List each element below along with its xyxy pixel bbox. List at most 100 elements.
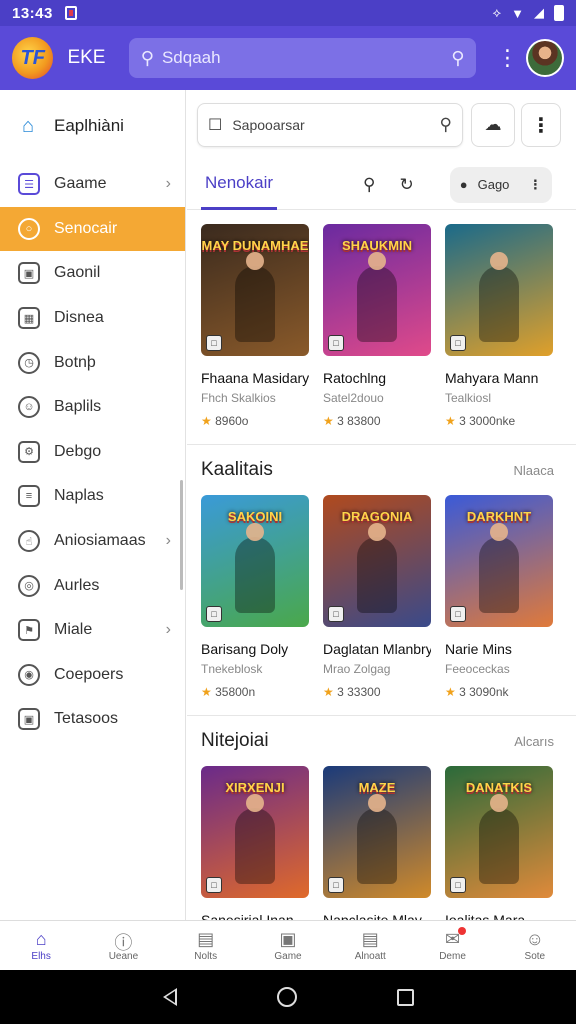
sidebar-scrollbar[interactable] — [180, 480, 183, 590]
sidebar-item[interactable]: ◷ Botnþ — [0, 340, 185, 385]
search-icon[interactable]: ⚲ — [363, 175, 375, 195]
game-card[interactable]: □ Mahyara Mann Tealkiosl ★ 3 3000nke — [445, 224, 553, 428]
game-subtitle: Satel2douo — [323, 391, 384, 405]
game-card[interactable]: DARKHNT □ Narie Mins Feeoceckas ★ 3 3090… — [445, 495, 553, 699]
filter-pill[interactable]: ● Gago ⋮ — [449, 166, 552, 203]
game-title: Ratochlng — [323, 370, 387, 386]
bottom-nav-item[interactable]: ▤ Alnoatt — [329, 921, 411, 970]
bottom-nav-item[interactable]: ☺ Sote — [494, 921, 576, 970]
signal-icon: ◢ — [534, 5, 544, 20]
back-icon[interactable] — [162, 988, 177, 1006]
avatar[interactable] — [526, 39, 564, 77]
game-thumbnail[interactable]: □ — [445, 224, 553, 356]
search-input[interactable]: ⚲ Sdqaah ⚲ — [128, 38, 477, 78]
game-character-art — [357, 252, 397, 342]
game-section: Nitejoiai Alcarıs XIRXENJI □ Sanesirial … — [187, 716, 576, 920]
sidebar-item[interactable]: ▣ Gaonil — [0, 251, 185, 296]
sidebar-item-label: Gaonil — [54, 264, 101, 282]
search-submit-icon[interactable]: ⚲ — [451, 48, 464, 69]
game-card[interactable]: MAY DUNAMHAE □ Fhaana Masidary. Fhch Ska… — [201, 224, 309, 428]
clock-icon: ◷ — [18, 351, 40, 374]
sidebar-item[interactable]: ▣ Tetasoos — [0, 697, 185, 742]
game-subtitle: Tnekeblosk — [201, 662, 263, 676]
game-art-title: SAKOINI — [227, 509, 283, 524]
game-character-art — [479, 794, 519, 884]
game-card[interactable]: DRAGONIA □ Daglatan Mlanbry Mrao Zolgag … — [323, 495, 431, 699]
status-bar: 13:43 ⟡ ▼ ◢ — [0, 0, 576, 26]
sidebar-item[interactable]: ○ Senocair — [0, 206, 185, 252]
more-button[interactable]: ⋮ — [521, 103, 561, 147]
sidebar-item[interactable]: ⚙ Debgo — [0, 430, 185, 475]
game-badge-icon: □ — [450, 335, 466, 351]
content-search-input[interactable]: ☐ Sapooarsar ⚲ — [197, 103, 463, 147]
sidebar-header[interactable]: ⌂ Eaplhiàni — [0, 90, 185, 162]
app-title: EKE — [67, 47, 106, 68]
cloud-button[interactable]: ☁ — [471, 103, 515, 147]
bottom-nav-item[interactable]: ⓘ Ueane — [82, 921, 164, 970]
game-card[interactable]: MAZE □ Napclasite Mlay Feeoce Zo/a — [323, 766, 431, 920]
app-bar: TF EKE ⚲ Sdqaah ⚲ ⋮ — [0, 26, 576, 90]
game-badge-icon: □ — [206, 877, 222, 893]
sidebar-item[interactable]: ⚑ Miale › — [0, 608, 185, 653]
game-thumbnail[interactable]: DANATKIS □ — [445, 766, 553, 898]
system-nav-bar — [0, 970, 576, 1024]
bottom-nav-item[interactable]: ▤ Nolts — [165, 921, 247, 970]
section-header: Kaalitais Nlaaca — [201, 445, 576, 495]
game-rating: ★ 35800n — [201, 685, 309, 699]
wallet-icon: ▤ — [197, 929, 215, 949]
sidebar-item[interactable]: ☝ Aniosiamaas › — [0, 519, 185, 564]
section-more-link[interactable]: Alcarıs — [514, 734, 554, 749]
bottom-nav-item[interactable]: ▣ Game — [247, 921, 329, 970]
game-badge-icon: □ — [206, 606, 222, 622]
more-icon: ⋮ — [531, 114, 551, 137]
game-thumbnail[interactable]: DARKHNT □ — [445, 495, 553, 627]
building-icon: ▦ — [18, 307, 40, 330]
top-search-row: ☐ Sapooarsar ⚲ ☁ ⋮ — [187, 90, 576, 160]
sidebar-item[interactable]: ☰ Gaame › — [0, 162, 185, 207]
game-thumbnail[interactable]: XIRXENJI □ — [201, 766, 309, 898]
section-title: Kaalitais — [201, 459, 273, 480]
overflow-menu-icon[interactable]: ⋮ — [496, 45, 518, 71]
sidebar-item[interactable]: ☺ Baplils — [0, 385, 185, 430]
gamepad-icon: ▣ — [279, 929, 297, 949]
game-card[interactable]: SAKOINI □ Barisang Doly Tnekeblosk ★ 358… — [201, 495, 309, 699]
bottom-nav-item[interactable]: ⌂ Elhs — [0, 921, 82, 970]
game-thumbnail[interactable]: MAY DUNAMHAE □ — [201, 224, 309, 356]
card-row: MAY DUNAMHAE □ Fhaana Masidary. Fhch Ska… — [201, 224, 576, 428]
bottom-nav: ⌂ Elhs ⓘ Ueane ▤ Nolts ▣ Game ▤ Alnoatt ✉ Dem… — [0, 920, 576, 970]
bottom-nav-item[interactable]: ✉ Deme — [411, 921, 493, 970]
game-thumbnail[interactable]: SHAUKMIN □ — [323, 224, 431, 356]
game-character-art — [357, 523, 397, 613]
game-badge-icon: □ — [328, 606, 344, 622]
battery-icon — [554, 5, 564, 21]
game-card[interactable]: XIRXENJI □ Sanesirial Inan Faoeckag — [201, 766, 309, 920]
section-more-link[interactable]: Nlaaca — [514, 463, 554, 478]
search-icon[interactable]: ⚲ — [440, 115, 452, 135]
sections: MAY DUNAMHAE □ Fhaana Masidary. Fhch Ska… — [187, 210, 576, 920]
app-logo[interactable]: TF — [12, 37, 54, 79]
sidebar-item-label: Gaame — [54, 175, 107, 193]
more-icon: ⋮ — [528, 176, 542, 192]
grid-icon: ☰ — [18, 173, 40, 196]
game-art-title: MAZE — [358, 780, 396, 795]
sidebar-item-label: Senocair — [54, 219, 118, 237]
game-card[interactable]: DANATKIS □ Ioalitas Mara Fantkas — [445, 766, 553, 920]
tab-active[interactable]: Nenokair — [201, 160, 278, 210]
sidebar-item-label: Miale — [54, 621, 93, 639]
game-rating: ★ 3 3000nke — [445, 414, 553, 428]
game-thumbnail[interactable]: MAZE □ — [323, 766, 431, 898]
home-button-icon[interactable] — [276, 987, 297, 1007]
sidebar-item[interactable]: ▦ Disnea — [0, 296, 185, 341]
game-card[interactable]: SHAUKMIN □ Ratochlng Satel2douo ★ 3 8380… — [323, 224, 431, 428]
game-thumbnail[interactable]: DRAGONIA □ — [323, 495, 431, 627]
game-badge-icon: □ — [328, 335, 344, 351]
game-title: Napclasite Mlay — [323, 912, 422, 920]
sidebar-item[interactable]: ◉ Coepoers — [0, 653, 185, 698]
recents-icon[interactable] — [396, 988, 414, 1006]
game-rating: ★ 3 33300 — [323, 685, 431, 699]
bottom-nav-label: Game — [274, 951, 302, 962]
refresh-icon[interactable]: ↻ — [400, 175, 414, 195]
sidebar-item[interactable]: ◎ Aurles — [0, 563, 185, 608]
game-thumbnail[interactable]: SAKOINI □ — [201, 495, 309, 627]
sidebar-item[interactable]: ≡ Naplas — [0, 474, 185, 519]
